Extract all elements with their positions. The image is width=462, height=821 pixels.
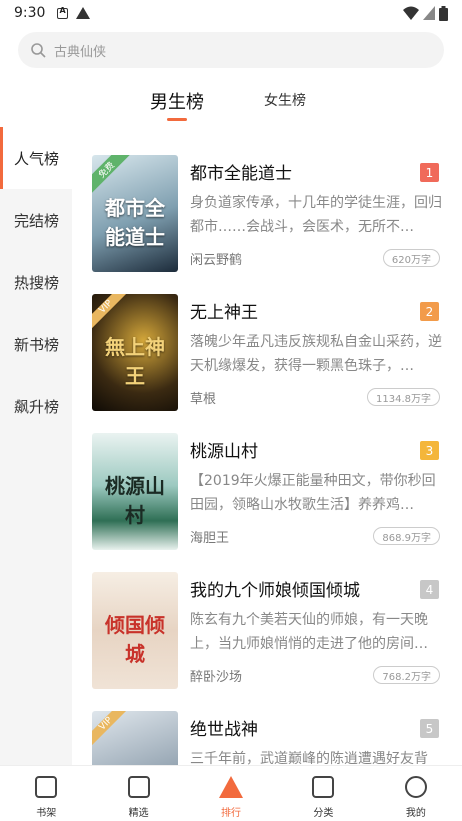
search-icon xyxy=(31,43,46,58)
ranking-sidebar: 人气榜 完结榜 热搜榜 新书榜 飙升榜 xyxy=(0,127,72,767)
book-description: 陈玄有九个美若天仙的师娘，有一天晚上，当九师娘悄悄的走进了他的房间… xyxy=(190,612,428,652)
search-placeholder: 古典仙侠 xyxy=(54,44,107,60)
book-description: 三千年前，武道巅峰的陈逍遭遇好友背叛… xyxy=(190,751,428,765)
book-title: 我的九个师娘倾国倾城 xyxy=(190,581,360,601)
cover-title: 都市全能道士 xyxy=(105,196,165,249)
signal-icon xyxy=(423,6,435,20)
book-item[interactable]: 倾国倾城 我的九个师娘倾国倾城 4 陈玄有九个美若天仙的师娘，有一天晚上，当九师… xyxy=(72,544,462,689)
battery-icon xyxy=(439,5,448,21)
status-bar: 9:30 xyxy=(0,0,462,26)
book-cover: VIP 無上神王 xyxy=(92,294,178,411)
book-cover: 桃源山村 xyxy=(92,433,178,550)
book-cover: 倾国倾城 xyxy=(92,572,178,689)
nav-bookshelf[interactable]: 书架 xyxy=(0,766,92,821)
tab-indicator xyxy=(167,118,187,121)
wifi-icon xyxy=(403,6,419,20)
sidebar-item-new[interactable]: 新书榜 xyxy=(0,313,72,375)
status-time: 9:30 xyxy=(14,5,46,21)
nav-category[interactable]: 分类 xyxy=(277,766,369,821)
tab-female[interactable]: 女生榜 xyxy=(264,90,306,110)
profile-icon xyxy=(404,776,427,798)
category-icon xyxy=(312,776,335,798)
book-title: 绝世战神 xyxy=(190,720,258,740)
sidebar-item-finished[interactable]: 完结榜 xyxy=(0,189,72,251)
cover-title: 無上神王 xyxy=(105,335,165,388)
nav-label: 分类 xyxy=(313,808,334,819)
cover-badge: VIP xyxy=(92,711,131,749)
cover-badge: 免费 xyxy=(92,155,132,196)
word-count: 1134.8万字 xyxy=(367,388,440,406)
book-item[interactable]: 桃源山村 桃源山村 3 【2019年火爆正能量种田文，带你秒回田园，领略山水牧歌… xyxy=(72,405,462,550)
sidebar-item-hot-search[interactable]: 热搜榜 xyxy=(0,251,72,313)
rank-badge: 3 xyxy=(420,441,439,460)
book-title: 桃源山村 xyxy=(190,442,258,462)
word-count: 868.9万字 xyxy=(373,527,440,545)
cover-title: 桃源山村 xyxy=(105,474,165,527)
sidebar-item-rising[interactable]: 飙升榜 xyxy=(0,375,72,437)
book-description: 身负道家传承，十几年的学徒生涯，回归都市……会战斗，会医术，无所不… xyxy=(190,195,442,235)
bookshelf-icon xyxy=(35,776,58,798)
word-count: 768.2万字 xyxy=(373,666,440,684)
book-title: 都市全能道士 xyxy=(190,164,292,184)
gender-tabs: 男生榜 女生榜 xyxy=(0,82,462,126)
nav-label: 精选 xyxy=(128,808,149,819)
nav-profile[interactable]: 我的 xyxy=(370,766,462,821)
search-bar[interactable]: 古典仙侠 xyxy=(18,32,444,68)
warning-icon xyxy=(76,7,91,19)
nav-ranking[interactable]: 排行 xyxy=(185,766,277,821)
sidebar-item-popular[interactable]: 人气榜 xyxy=(0,127,72,189)
rank-badge: 1 xyxy=(420,163,439,182)
nav-featured[interactable]: 精选 xyxy=(92,766,184,821)
tab-male[interactable]: 男生榜 xyxy=(150,88,204,114)
book-title: 无上神王 xyxy=(190,303,258,323)
word-count: 620万字 xyxy=(382,249,440,267)
cover-badge: VIP xyxy=(92,294,131,332)
book-cover: VIP xyxy=(92,711,178,765)
book-description: 【2019年火爆正能量种田文，带你秒回田园，领略山水牧歌生活】养养鸡… xyxy=(190,473,436,513)
book-cover: 免费 都市全能道士 xyxy=(92,155,178,272)
rank-badge: 5 xyxy=(420,719,439,738)
book-item[interactable]: VIP 無上神王 无上神王 2 落魄少年孟凡违反族规私自金山采药，逆天机缘爆发，… xyxy=(72,266,462,411)
book-description: 落魄少年孟凡违反族规私自金山采药，逆天机缘爆发，获得一颗黑色珠子，… xyxy=(190,334,442,374)
bottom-nav: 书架 精选 排行 分类 我的 xyxy=(0,765,462,821)
book-item[interactable]: 免费 都市全能道士 都市全能道士 1 身负道家传承，十几年的学徒生涯，回归都市…… xyxy=(72,127,462,272)
nav-label: 我的 xyxy=(405,808,426,819)
book-list: 免费 都市全能道士 都市全能道士 1 身负道家传承，十几年的学徒生涯，回归都市…… xyxy=(72,127,462,765)
nav-label: 排行 xyxy=(221,808,242,819)
rank-badge: 4 xyxy=(420,580,439,599)
ranking-icon xyxy=(219,776,244,798)
featured-icon xyxy=(127,776,150,798)
rank-badge: 2 xyxy=(420,302,439,321)
book-item[interactable]: VIP 绝世战神 5 三千年前，武道巅峰的陈逍遭遇好友背叛… xyxy=(72,683,462,765)
notification-icon xyxy=(57,6,69,19)
nav-label: 书架 xyxy=(36,808,57,819)
cover-title: 倾国倾城 xyxy=(105,613,165,666)
